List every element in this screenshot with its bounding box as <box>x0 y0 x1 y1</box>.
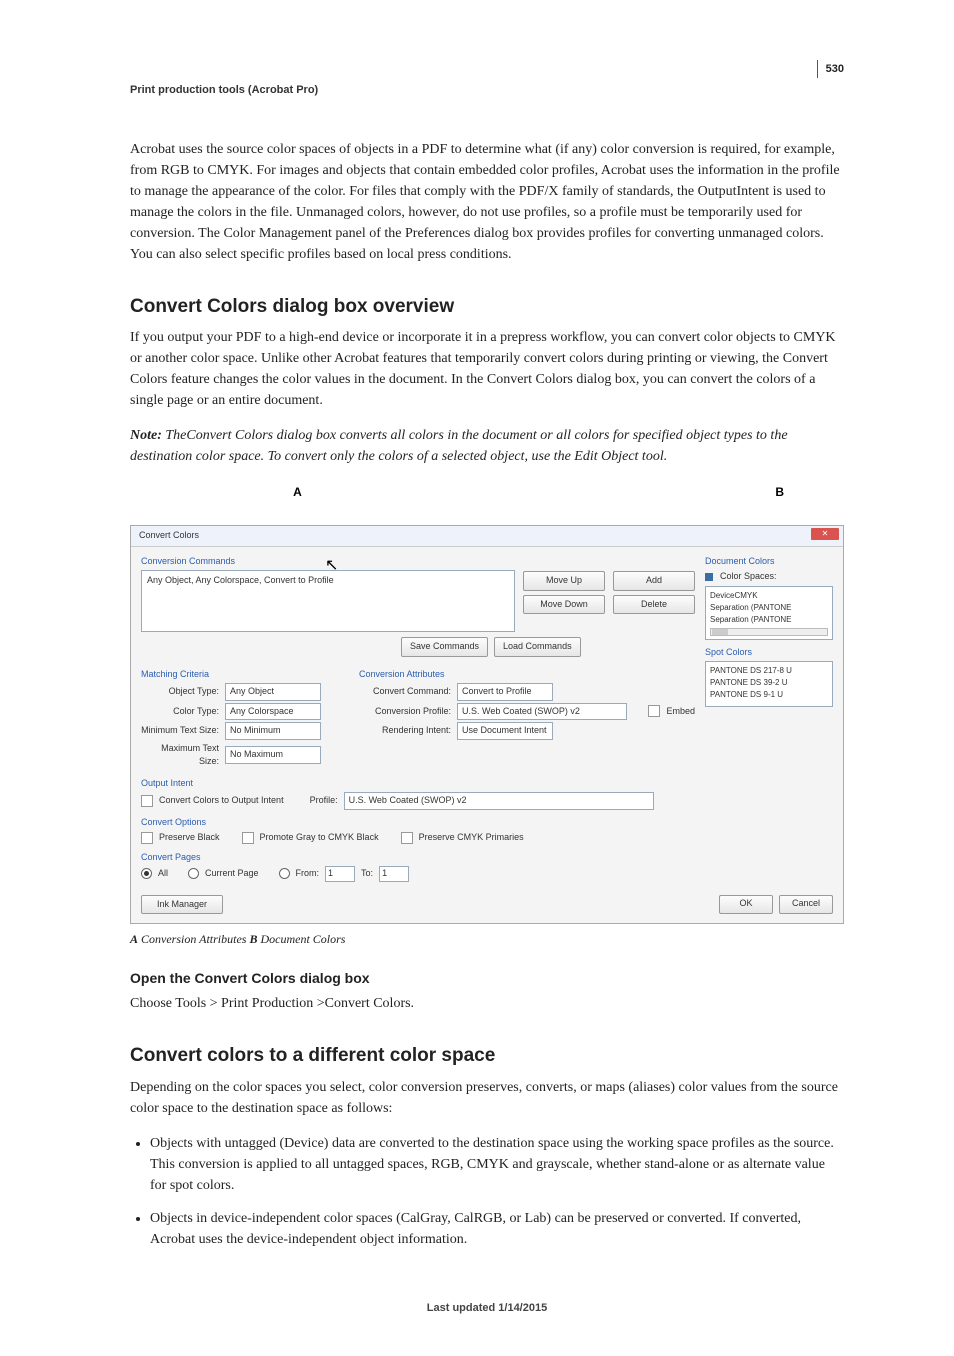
embed-checkbox[interactable] <box>648 705 660 717</box>
list-item[interactable]: Separation (PANTONE <box>710 614 828 626</box>
max-text-select[interactable]: No Maximum <box>225 746 321 764</box>
page-footer: Last updated 1/14/2015 <box>130 1300 844 1317</box>
all-pages-radio[interactable] <box>141 868 152 879</box>
conversion-commands-label: Conversion Commands <box>141 555 695 569</box>
close-icon[interactable]: ✕ <box>811 528 839 540</box>
h2-convert-colors-space: Convert colors to a different color spac… <box>130 1042 844 1071</box>
matching-criteria-label: Matching Criteria <box>141 668 341 682</box>
conversion-profile-label: Conversion Profile: <box>359 705 451 719</box>
rendering-intent-label: Rendering Intent: <box>359 724 451 738</box>
caption-a-label: A <box>130 932 138 946</box>
conversion-attributes-label: Conversion Attributes <box>359 668 695 682</box>
ok-button[interactable]: OK <box>719 895 773 915</box>
body-list: Objects with untagged (Device) data are … <box>130 1133 844 1250</box>
min-text-select[interactable]: No Minimum <box>225 722 321 740</box>
output-intent-profile-select[interactable]: U.S. Web Coated (SWOP) v2 <box>344 792 654 810</box>
load-commands-button[interactable]: Load Commands <box>494 637 581 657</box>
preserve-cmyk-checkbox[interactable] <box>401 832 413 844</box>
document-colors-label: Document Colors <box>705 555 833 569</box>
convert-space-paragraph: Depending on the color spaces you select… <box>130 1077 844 1119</box>
current-page-label: Current Page <box>205 867 259 881</box>
h2-convert-colors-overview: Convert Colors dialog box overview <box>130 293 844 322</box>
preserve-black-label: Preserve Black <box>159 831 220 845</box>
min-text-label: Minimum Text Size: <box>141 724 219 738</box>
current-page-radio[interactable] <box>188 868 199 879</box>
convert-colors-dialog-screenshot: ↖ Convert Colors ✕ Conversion Commands A… <box>130 525 844 924</box>
callout-a: A <box>130 483 465 501</box>
list-item[interactable]: PANTONE DS 39-2 U <box>710 677 828 689</box>
cursor-icon: ↖ <box>325 554 338 578</box>
from-page-radio[interactable] <box>279 868 290 879</box>
to-page-input[interactable]: 1 <box>379 866 409 882</box>
preserve-cmyk-label: Preserve CMYK Primaries <box>419 831 524 845</box>
color-spaces-label: Color Spaces: <box>720 570 777 584</box>
all-pages-label: All <box>158 867 168 881</box>
list-item[interactable]: Separation (PANTONE <box>710 602 828 614</box>
color-spaces-list[interactable]: DeviceCMYK Separation (PANTONE Separatio… <box>705 586 833 640</box>
output-intent-label: Output Intent <box>141 777 695 791</box>
color-type-label: Color Type: <box>141 705 219 719</box>
list-item: Objects with untagged (Device) data are … <box>150 1133 844 1196</box>
conversion-commands-list[interactable]: Any Object, Any Colorspace, Convert to P… <box>141 570 515 632</box>
convert-to-output-intent-checkbox[interactable] <box>141 795 153 807</box>
promote-gray-label: Promote Gray to CMYK Black <box>260 831 379 845</box>
h3-open-dialog: Open the Convert Colors dialog box <box>130 968 844 989</box>
conversion-profile-select[interactable]: U.S. Web Coated (SWOP) v2 <box>457 703 627 721</box>
from-page-input[interactable]: 1 <box>325 866 355 882</box>
running-header: Print production tools (Acrobat Pro) <box>130 82 844 99</box>
color-swatch-icon <box>705 573 713 581</box>
convert-options-label: Convert Options <box>141 816 695 830</box>
convert-command-label: Convert Command: <box>359 685 451 699</box>
list-item[interactable]: PANTONE DS 9-1 U <box>710 689 828 701</box>
figure-caption: A Conversion Attributes B Document Color… <box>130 930 844 948</box>
spot-colors-label: Spot Colors <box>705 646 833 660</box>
page-number: 530 <box>826 61 844 78</box>
dialog-titlebar: Convert Colors ✕ <box>131 526 843 547</box>
color-type-select[interactable]: Any Colorspace <box>225 703 321 721</box>
note-text: TheConvert Colors dialog box converts al… <box>130 428 788 464</box>
object-type-label: Object Type: <box>141 685 219 699</box>
max-text-label: Maximum Text Size: <box>141 742 219 769</box>
caption-a-text: Conversion Attributes <box>138 932 249 946</box>
note-label: Note: <box>130 428 162 443</box>
open-dialog-paragraph: Choose Tools > Print Production >Convert… <box>130 993 844 1014</box>
callout-row: A B <box>130 483 844 501</box>
convert-pages-label: Convert Pages <box>141 851 695 865</box>
list-item[interactable]: DeviceCMYK <box>710 590 828 602</box>
overview-paragraph: If you output your PDF to a high-end dev… <box>130 327 844 411</box>
callout-b: B <box>465 483 844 501</box>
object-type-select[interactable]: Any Object <box>225 683 321 701</box>
convert-command-select[interactable]: Convert to Profile <box>457 683 553 701</box>
profile-label: Profile: <box>310 794 338 808</box>
scrollbar[interactable] <box>710 628 828 636</box>
save-commands-button[interactable]: Save Commands <box>401 637 488 657</box>
to-page-label: To: <box>361 867 373 881</box>
preserve-black-checkbox[interactable] <box>141 832 153 844</box>
add-button[interactable]: Add <box>613 571 695 591</box>
page-number-bar <box>817 60 818 78</box>
convert-to-output-intent-label: Convert Colors to Output Intent <box>159 794 284 808</box>
promote-gray-checkbox[interactable] <box>242 832 254 844</box>
rendering-intent-select[interactable]: Use Document Intent <box>457 722 553 740</box>
move-up-button[interactable]: Move Up <box>523 571 605 591</box>
list-item[interactable]: PANTONE DS 217-8 U <box>710 665 828 677</box>
from-page-label: From: <box>296 867 320 881</box>
dialog-title: Convert Colors <box>139 530 199 540</box>
spot-colors-list[interactable]: PANTONE DS 217-8 U PANTONE DS 39-2 U PAN… <box>705 661 833 707</box>
delete-button[interactable]: Delete <box>613 595 695 615</box>
ink-manager-button[interactable]: Ink Manager <box>141 895 223 915</box>
caption-b-text: Document Colors <box>257 932 345 946</box>
list-item: Objects in device-independent color spac… <box>150 1208 844 1250</box>
cancel-button[interactable]: Cancel <box>779 895 833 915</box>
note-paragraph: Note: TheConvert Colors dialog box conve… <box>130 425 844 467</box>
embed-label: Embed <box>666 705 695 719</box>
move-down-button[interactable]: Move Down <box>523 595 605 615</box>
page-number-wrap: 530 <box>130 60 844 78</box>
intro-paragraph: Acrobat uses the source color spaces of … <box>130 139 844 265</box>
